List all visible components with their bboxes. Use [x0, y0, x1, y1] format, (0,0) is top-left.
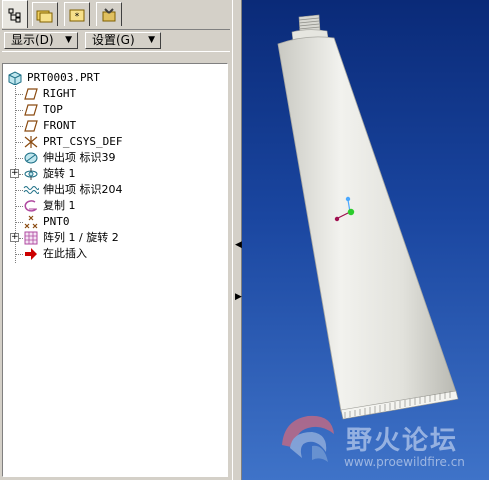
graphics-window[interactable]: 野火论坛 www.proewildfire.cn [242, 0, 489, 480]
protrusion-pattern-icon [23, 186, 39, 194]
revolve-icon [24, 168, 38, 180]
tree-item-pnt0[interactable]: PNT0 [3, 214, 223, 230]
expand-right-icon[interactable]: ▶ [235, 292, 242, 302]
tree-item-label: RIGHT [43, 87, 77, 100]
panel-tabs: * [2, 0, 230, 28]
tree-item-pattern-1[interactable]: + 阵列 1 / 旋转 2 [3, 230, 223, 246]
pattern-icon [24, 231, 38, 245]
folder-icon [36, 10, 53, 22]
tree-item-csys[interactable]: PRT_CSYS_DEF [3, 134, 223, 150]
model-tree-panel: * 显示(D) ▼ 设置(G) ▼ PRT0003.PRT RIGHT TOP … [0, 0, 232, 480]
tree-toolbar: 显示(D) ▼ 设置(G) ▼ [2, 29, 230, 52]
display-dropdown-label: 显示(D) [11, 33, 54, 47]
tools-icon [102, 7, 116, 21]
svg-text:*: * [75, 12, 80, 22]
tab-connections[interactable] [96, 2, 122, 26]
tab-folder-browser[interactable] [32, 2, 58, 26]
datum-plane-icon [24, 88, 38, 100]
datum-point-icon [24, 215, 38, 229]
tree-item-right[interactable]: RIGHT [3, 86, 223, 102]
tree-item-label: PRT_CSYS_DEF [43, 135, 123, 148]
model-3d-view[interactable] [242, 0, 489, 480]
tree-item-protrusion-204[interactable]: 伸出项 标识204 [3, 182, 223, 198]
expand-icon[interactable]: + [10, 233, 19, 242]
collapse-left-icon[interactable]: ◀ [235, 240, 242, 250]
settings-dropdown-label: 设置(G) [92, 33, 135, 47]
tree-item-front[interactable]: FRONT [3, 118, 223, 134]
tree-item-label: 伸出项 标识39 [43, 151, 116, 164]
watermark-title: 野火论坛 [346, 426, 459, 456]
protrusion-icon [24, 152, 38, 164]
tree-root-label: PRT0003.PRT [27, 71, 100, 84]
part-icon [8, 71, 22, 85]
tree-item-label: FRONT [43, 119, 77, 132]
model-tree-icon [8, 8, 21, 22]
tree-item-label: 复制 1 [43, 199, 76, 212]
tree-item-protrusion-39[interactable]: 伸出项 标识39 [3, 150, 223, 166]
watermark-url: www.proewildfire.cn [344, 455, 465, 469]
tree-item-label: 旋转 1 [43, 167, 76, 180]
tree-item-label: PNT0 [43, 215, 70, 228]
tree-item-revolve-1[interactable]: + 旋转 1 [3, 166, 223, 182]
coordinate-system-icon [24, 136, 38, 148]
tube-body [277, 36, 457, 412]
datum-plane-icon [24, 120, 38, 132]
insert-here-arrow-icon [25, 248, 37, 260]
tree-item-label: 阵列 1 / 旋转 2 [43, 231, 119, 244]
expand-icon[interactable]: + [10, 169, 19, 178]
tree-root[interactable]: PRT0003.PRT [3, 70, 223, 86]
chevron-down-icon: ▼ [65, 35, 72, 45]
tab-model-tree[interactable] [2, 0, 28, 28]
tree-item-label: TOP [43, 103, 63, 116]
panel-splitter[interactable]: ◀ ▶ [232, 0, 242, 480]
settings-dropdown[interactable]: 设置(G) ▼ [85, 32, 161, 49]
tab-favorites[interactable]: * [64, 2, 90, 26]
copy-feature-icon [24, 200, 37, 212]
favorites-folder-icon: * [69, 9, 85, 22]
tree-item-top[interactable]: TOP [3, 102, 223, 118]
datum-plane-icon [24, 104, 38, 116]
tree-item-label: 伸出项 标识204 [43, 183, 123, 196]
model-tree[interactable]: PRT0003.PRT RIGHT TOP FRONT PRT_CSYS_DEF… [2, 63, 228, 477]
chevron-down-icon: ▼ [148, 35, 155, 45]
tree-item-copy-1[interactable]: 复制 1 [3, 198, 223, 214]
display-dropdown[interactable]: 显示(D) ▼ [4, 32, 78, 49]
watermark-logo-icon [282, 415, 334, 462]
tree-item-label: 在此插入 [43, 247, 87, 260]
tree-item-insert-here[interactable]: 在此插入 [3, 246, 223, 262]
